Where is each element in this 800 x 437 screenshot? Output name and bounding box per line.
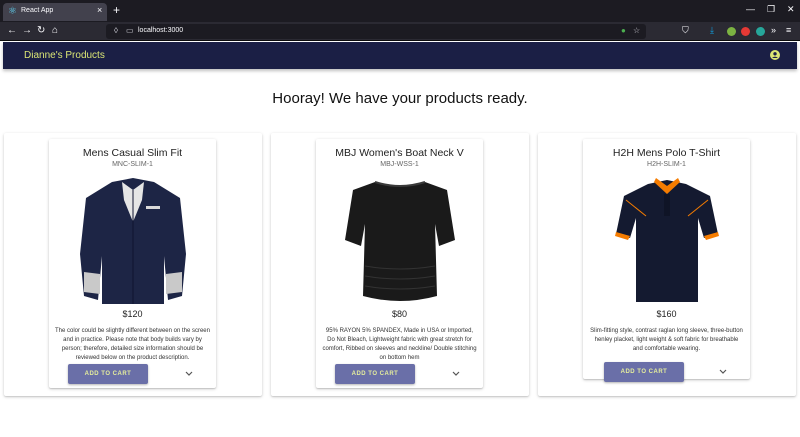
bookmark-star-icon[interactable]: ☆ — [633, 26, 640, 35]
add-to-cart-button[interactable]: ADD TO CART — [68, 364, 148, 384]
tab-close-icon[interactable]: × — [97, 5, 102, 15]
forward-icon[interactable]: → — [22, 25, 32, 37]
product-card-inner: Mens Casual Slim Fit MNC-SLIM-1 $120 The… — [49, 139, 216, 388]
extension-green-icon[interactable] — [727, 27, 736, 36]
product-description: Slim-fitting style, contrast raglan long… — [590, 328, 743, 352]
product-price: $80 — [391, 309, 408, 319]
product-price: $120 — [122, 309, 143, 319]
expand-chevron-icon[interactable] — [452, 371, 460, 377]
add-to-cart-button[interactable]: ADD TO CART — [335, 364, 415, 384]
extension-red-icon[interactable] — [741, 27, 750, 36]
browser-tab[interactable]: ⚛ React App × — [3, 3, 107, 21]
product-sku: MNC-SLIM-1 — [112, 161, 153, 168]
product-card: Mens Casual Slim Fit MNC-SLIM-1 $120 The… — [4, 133, 262, 396]
minimize-icon[interactable]: — — [746, 4, 755, 14]
close-window-icon[interactable]: ✕ — [787, 4, 795, 15]
product-image-polo-shirt — [615, 178, 719, 302]
browser-nav-bar: ← → ↻ ⌂ ◊ ▭ localhost:3000 ● ☆ ⛉ ⤓ » ≡ — [0, 22, 800, 41]
product-title: Mens Casual Slim Fit — [82, 147, 183, 159]
shield-icon[interactable]: ◊ — [114, 26, 118, 35]
product-title: H2H Mens Polo T-Shirt — [612, 147, 721, 159]
download-icon[interactable]: ⤓ — [710, 25, 714, 36]
product-image-slim-shirt — [80, 178, 186, 304]
product-card-inner: MBJ Women's Boat Neck V MBJ-WSS-1 $80 95… — [316, 139, 483, 388]
product-description: The color could be slightly different be… — [55, 328, 210, 361]
app-bar: Dianne's Products — [3, 42, 797, 69]
extension-teal-icon[interactable] — [756, 27, 765, 36]
product-image-boat-neck-top — [345, 181, 455, 301]
tab-title: React App — [21, 7, 54, 14]
menu-icon[interactable]: ≡ — [786, 25, 791, 35]
page-headline: Hooray! We have your products ready. — [272, 90, 528, 107]
product-card: H2H Mens Polo T-Shirt H2H-SLIM-1 $160 Sl… — [538, 133, 796, 396]
reload-icon[interactable]: ↻ — [37, 25, 45, 37]
url-bar[interactable]: ◊ ▭ localhost:3000 ● ☆ — [106, 24, 646, 39]
react-favicon-icon: ⚛ — [8, 6, 17, 17]
page-icon: ▭ — [126, 26, 134, 35]
pocket-icon[interactable]: ⛉ — [682, 25, 689, 36]
expand-chevron-icon[interactable] — [719, 369, 727, 375]
product-card: MBJ Women's Boat Neck V MBJ-WSS-1 $80 95… — [271, 133, 529, 396]
extension-icon[interactable]: ● — [621, 26, 626, 35]
maximize-icon[interactable]: ❐ — [767, 4, 775, 15]
overflow-chevron-icon[interactable]: » — [771, 25, 776, 35]
url-text[interactable]: localhost:3000 — [138, 27, 183, 34]
home-icon[interactable]: ⌂ — [52, 25, 58, 37]
browser-tab-bar: ⚛ React App × + — ❐ ✕ — [0, 0, 800, 22]
product-sku: MBJ-WSS-1 — [380, 161, 419, 168]
product-card-inner: H2H Mens Polo T-Shirt H2H-SLIM-1 $160 Sl… — [583, 139, 750, 382]
app-title[interactable]: Dianne's Products — [24, 50, 105, 61]
product-price: $160 — [656, 309, 677, 319]
back-icon[interactable]: ← — [7, 25, 17, 37]
product-sku: H2H-SLIM-1 — [647, 161, 686, 168]
product-title: MBJ Women's Boat Neck V — [335, 147, 464, 159]
new-tab-button[interactable]: + — [113, 3, 120, 17]
add-to-cart-button[interactable]: ADD TO CART — [604, 362, 684, 382]
account-circle-icon[interactable] — [770, 50, 780, 60]
product-description: 95% RAYON 5% SPANDEX, Made in USA or Imp… — [322, 328, 477, 361]
expand-chevron-icon[interactable] — [185, 371, 193, 377]
